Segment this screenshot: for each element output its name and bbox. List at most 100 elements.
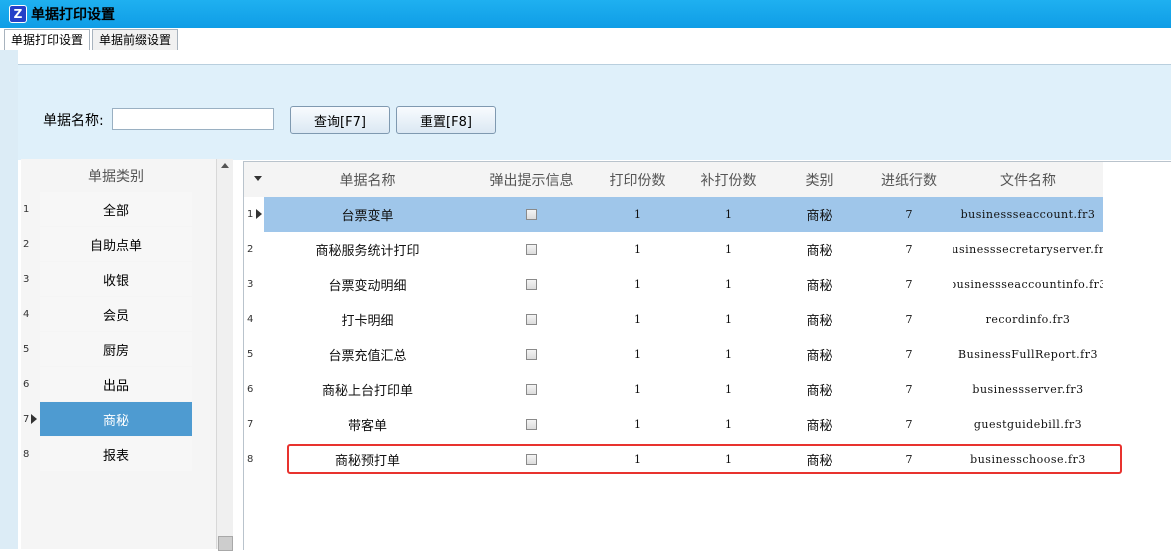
cell-print-copies[interactable]: 1: [592, 407, 683, 442]
popup-checkbox[interactable]: [526, 314, 537, 325]
cell-feed-lines[interactable]: 7: [865, 337, 953, 372]
cell-category[interactable]: 商秘: [774, 407, 865, 442]
cell-print-copies[interactable]: 1: [592, 232, 683, 267]
popup-checkbox[interactable]: [526, 384, 537, 395]
cell-reprint-copies[interactable]: 1: [683, 407, 774, 442]
cell-bill-name[interactable]: 带客单: [264, 407, 471, 442]
column-header-file-name[interactable]: 文件名称: [953, 162, 1103, 197]
category-item[interactable]: 2 自助点单: [21, 227, 193, 261]
tab-prefix-settings[interactable]: 单据前缀设置: [92, 29, 179, 50]
table-row[interactable]: 6 商秘上台打印单 1 1 商秘 7 businessserver.fr3: [244, 372, 1104, 407]
cell-category[interactable]: 商秘: [774, 337, 865, 372]
category-label[interactable]: 厨房: [40, 332, 192, 366]
cell-print-copies[interactable]: 1: [592, 337, 683, 372]
cell-category[interactable]: 商秘: [774, 372, 865, 407]
reset-button[interactable]: 重置[F8]: [396, 106, 496, 134]
cell-feed-lines[interactable]: 7: [865, 302, 953, 337]
cell-popup-checkbox: [471, 267, 592, 302]
category-item[interactable]: 3 收银: [21, 262, 193, 296]
cell-bill-name[interactable]: 商秘服务统计打印: [264, 232, 471, 267]
cell-feed-lines[interactable]: 7: [865, 232, 953, 267]
popup-checkbox[interactable]: [526, 209, 537, 220]
category-row-number: 1: [23, 203, 30, 215]
category-row-number: 5: [23, 343, 30, 355]
cell-category[interactable]: 商秘: [774, 442, 865, 477]
column-header-copies[interactable]: 打印份数: [592, 162, 683, 197]
category-label[interactable]: 收银: [40, 262, 192, 296]
column-header-popup[interactable]: 弹出提示信息: [471, 162, 592, 197]
column-header-reprint[interactable]: 补打份数: [683, 162, 774, 197]
cell-feed-lines[interactable]: 7: [865, 197, 953, 232]
cell-bill-name[interactable]: 台票充值汇总: [264, 337, 471, 372]
category-label[interactable]: 出品: [40, 367, 192, 401]
cell-reprint-copies[interactable]: 1: [683, 267, 774, 302]
cell-file-name[interactable]: recordinfo.fr3: [953, 302, 1103, 337]
category-item[interactable]: 1 全部: [21, 192, 193, 226]
popup-checkbox[interactable]: [526, 419, 537, 430]
category-label[interactable]: 自助点单: [40, 227, 192, 261]
table-row[interactable]: 7 带客单 1 1 商秘 7 guestguidebill.fr3: [244, 407, 1104, 442]
popup-checkbox[interactable]: [526, 279, 537, 290]
scroll-up-arrow-icon[interactable]: [221, 163, 229, 168]
cell-feed-lines[interactable]: 7: [865, 372, 953, 407]
cell-file-name[interactable]: businessseaccount.fr3: [953, 197, 1103, 232]
cell-reprint-copies[interactable]: 1: [683, 302, 774, 337]
category-scrollbar[interactable]: [216, 159, 233, 551]
cell-print-copies[interactable]: 1: [592, 372, 683, 407]
cell-bill-name[interactable]: 台票变动明细: [264, 267, 471, 302]
column-header-category[interactable]: 类别: [774, 162, 865, 197]
cell-feed-lines[interactable]: 7: [865, 407, 953, 442]
cell-feed-lines[interactable]: 7: [865, 267, 953, 302]
cell-category[interactable]: 商秘: [774, 302, 865, 337]
column-header-feed-lines[interactable]: 进纸行数: [865, 162, 953, 197]
cell-reprint-copies[interactable]: 1: [683, 372, 774, 407]
search-label: 单据名称:: [43, 113, 104, 129]
cell-reprint-copies[interactable]: 1: [683, 442, 774, 477]
category-label[interactable]: 全部: [40, 192, 192, 226]
dropdown-arrow-icon: [254, 176, 262, 181]
cell-file-name[interactable]: businesschoose.fr3: [953, 442, 1103, 477]
category-item[interactable]: 7 商秘: [21, 402, 193, 436]
cell-category[interactable]: 商秘: [774, 197, 865, 232]
cell-file-name[interactable]: guestguidebill.fr3: [953, 407, 1103, 442]
category-item[interactable]: 6 出品: [21, 367, 193, 401]
cell-feed-lines[interactable]: 7: [865, 442, 953, 477]
category-item[interactable]: 8 报表: [21, 437, 193, 471]
cell-bill-name[interactable]: 商秘预打单: [264, 442, 471, 477]
category-item[interactable]: 5 厨房: [21, 332, 193, 366]
cell-category[interactable]: 商秘: [774, 267, 865, 302]
cell-print-copies[interactable]: 1: [592, 442, 683, 477]
cell-bill-name[interactable]: 商秘上台打印单: [264, 372, 471, 407]
category-label[interactable]: 报表: [40, 437, 192, 471]
bill-name-input[interactable]: [112, 108, 274, 130]
popup-checkbox[interactable]: [526, 349, 537, 360]
cell-file-name[interactable]: usinesssecretaryserver.fr: [953, 232, 1103, 267]
cell-print-copies[interactable]: 1: [592, 197, 683, 232]
popup-checkbox[interactable]: [526, 454, 537, 465]
table-row[interactable]: 5 台票充值汇总 1 1 商秘 7 BusinessFullReport.fr3: [244, 337, 1104, 372]
category-item[interactable]: 4 会员: [21, 297, 193, 331]
table-row[interactable]: 3 台票变动明细 1 1 商秘 7 businessseaccountinfo.fr3: [244, 267, 1104, 302]
query-button[interactable]: 查询[F7]: [290, 106, 390, 134]
tab-print-settings[interactable]: 单据打印设置: [4, 29, 91, 51]
category-label[interactable]: 商秘: [40, 402, 192, 436]
table-row[interactable]: 2 商秘服务统计打印 1 1 商秘 7 usinesssecretaryserver.fr: [244, 232, 1104, 267]
cell-file-name[interactable]: businessserver.fr3: [953, 372, 1103, 407]
cell-file-name[interactable]: BusinessFullReport.fr3: [953, 337, 1103, 372]
column-header-name[interactable]: 单据名称: [264, 162, 471, 197]
cell-reprint-copies[interactable]: 1: [683, 337, 774, 372]
cell-print-copies[interactable]: 1: [592, 267, 683, 302]
cell-bill-name[interactable]: 打卡明细: [264, 302, 471, 337]
cell-print-copies[interactable]: 1: [592, 302, 683, 337]
table-row[interactable]: 4 打卡明细 1 1 商秘 7 recordinfo.fr3: [244, 302, 1104, 337]
cell-reprint-copies[interactable]: 1: [683, 197, 774, 232]
category-label[interactable]: 会员: [40, 297, 192, 331]
popup-checkbox[interactable]: [526, 244, 537, 255]
cell-bill-name[interactable]: 台票变单: [264, 197, 471, 232]
cell-reprint-copies[interactable]: 1: [683, 232, 774, 267]
cell-popup-checkbox: [471, 232, 592, 267]
table-row[interactable]: 8 商秘预打单 1 1 商秘 7 businesschoose.fr3: [244, 442, 1104, 477]
cell-category[interactable]: 商秘: [774, 232, 865, 267]
table-row[interactable]: 1 台票变单 1 1 商秘 7 businessseaccount.fr3: [244, 197, 1104, 232]
cell-file-name[interactable]: businessseaccountinfo.fr3: [953, 267, 1103, 302]
